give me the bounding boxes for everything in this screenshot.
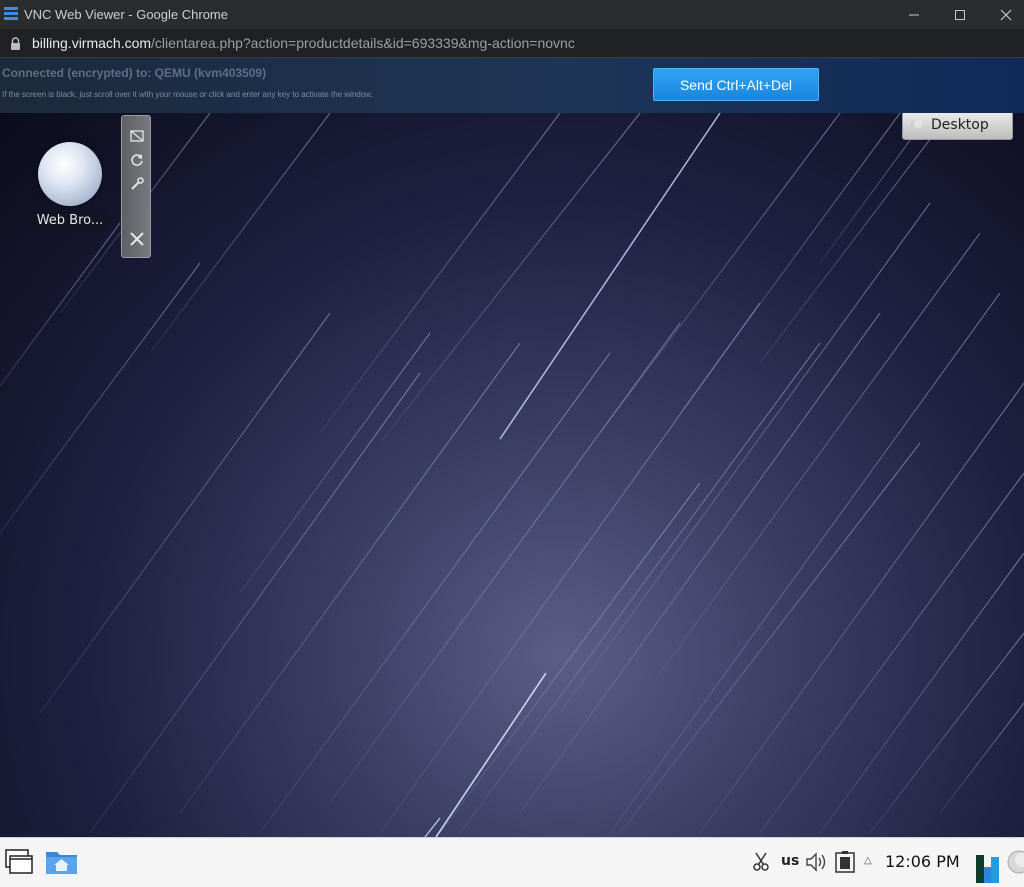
vnc-side-toolbar [121,115,151,258]
browser-titlebar: VNC Web Viewer - Google Chrome [0,0,1024,29]
window-title: VNC Web Viewer - Google Chrome [24,7,228,22]
home-folder-button[interactable] [44,847,78,877]
minimize-icon [909,14,919,15]
close-x-icon [130,232,144,246]
session-menu-button[interactable] [1003,848,1024,876]
home-folder-icon [45,852,77,874]
tray-device-icon [835,851,855,873]
refresh-icon [131,154,143,166]
system-monitor-icon [976,855,999,883]
address-bar[interactable]: billing.virmach.com/clientarea.php?actio… [0,29,1024,58]
show-desktop-button[interactable]: Desktop [902,113,1013,140]
taskbar-clock[interactable]: 12:06 PM [885,852,960,871]
close-button[interactable] [982,0,1024,29]
star-trail-wallpaper [0,113,1024,837]
maximize-button[interactable] [936,0,984,29]
send-ctrl-alt-del-button[interactable]: Send Ctrl+Alt+Del [653,68,819,101]
screenshot-tool-button[interactable] [751,851,771,873]
wrench-icon [131,177,144,190]
activation-hint: If the screen is black, just scroll over… [2,90,373,99]
volume-button[interactable] [805,850,829,874]
vnc-app-icon [4,7,18,20]
remote-desktop[interactable]: Web Bro... Desktop [0,113,1024,837]
moon-icon [1007,850,1024,874]
url-host: billing.virmach.com [32,35,152,51]
desktop-moon-icon [910,119,923,131]
keyboard-layout-indicator[interactable]: us [781,853,799,869]
web-browser-desktop-icon[interactable]: Web Bro... [28,140,112,232]
windows-stack-icon [5,849,33,874]
clipboard-button[interactable] [126,125,148,147]
system-monitor-button[interactable] [976,853,1000,883]
refresh-button[interactable] [126,149,148,171]
connection-status: Connected (encrypted) to: QEMU (kvm40350… [2,66,267,80]
clipboard-icon [130,130,144,142]
taskbar: us △ 12:06 PM [0,837,1024,887]
globe-icon [38,142,102,206]
url-path: /clientarea.php?action=productdetails&id… [151,35,575,51]
desktop-button-label: Desktop [931,117,989,133]
desktop-icon-label: Web Bro... [28,210,112,232]
close-icon [1000,9,1012,20]
minimize-button[interactable] [890,0,938,29]
lock-icon [11,37,20,50]
maximize-icon [955,9,965,20]
window-switcher-button[interactable] [3,847,35,877]
volume-icon [806,852,826,872]
disconnect-button[interactable] [126,228,148,250]
notification-tray-button[interactable] [833,849,857,875]
settings-button[interactable] [126,173,148,195]
scissors-icon [753,852,769,871]
vnc-status-bar: Connected (encrypted) to: QEMU (kvm40350… [0,58,1024,113]
tray-expand-caret[interactable]: △ [864,855,872,866]
url-text[interactable]: billing.virmach.com/clientarea.php?actio… [32,35,575,51]
